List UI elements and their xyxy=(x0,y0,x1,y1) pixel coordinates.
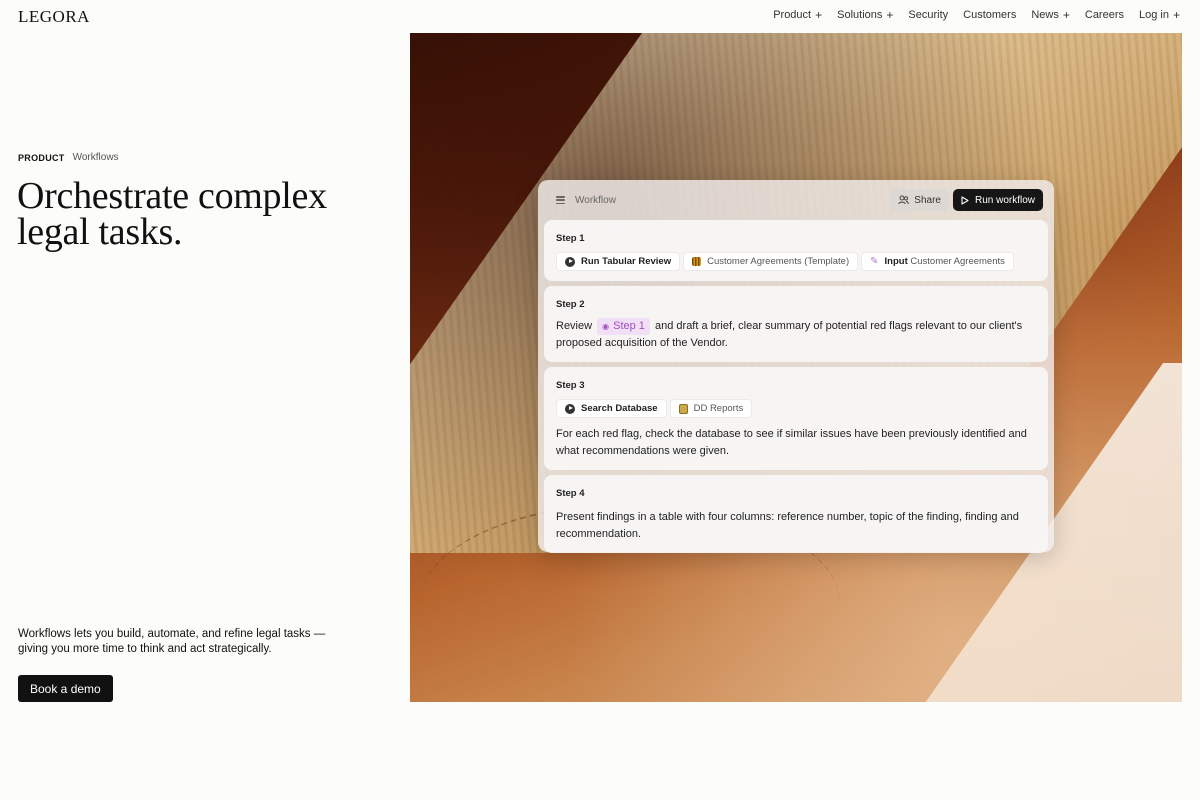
menu-icon[interactable] xyxy=(556,196,565,204)
breadcrumb: PRODUCT Workflows xyxy=(18,152,119,163)
nav-item-customers[interactable]: Customers xyxy=(963,8,1016,22)
share-label: Share xyxy=(914,194,941,206)
step-reference-tag[interactable]: ◉ Step 1 xyxy=(597,318,650,335)
users-icon xyxy=(898,195,910,205)
chip-search-database[interactable]: Search Database xyxy=(556,399,667,418)
nav-item-label: Customers xyxy=(963,9,1017,21)
breadcrumb-page: Workflows xyxy=(72,152,119,163)
nav-item-login[interactable]: Log in + xyxy=(1139,8,1180,22)
workflow-header: Workflow Share Run workflow xyxy=(544,180,1048,220)
top-nav: Product + Solutions + Security Customers… xyxy=(773,8,1180,22)
workflow-actions: Share Run workflow xyxy=(890,189,1043,211)
run-workflow-label: Run workflow xyxy=(974,194,1035,206)
nav-item-solutions[interactable]: Solutions + xyxy=(837,8,893,22)
workflow-card: Workflow Share Run workflow Step 1 Run T… xyxy=(538,180,1054,553)
chip-strong: Search Database xyxy=(581,403,658,414)
chip-strong: Input xyxy=(884,256,908,267)
step-tag-label: Step 1 xyxy=(613,320,645,332)
step-label: Step 4 xyxy=(556,488,585,499)
step-chips: Run Tabular Review Customer Agreements (… xyxy=(556,252,1036,271)
book-demo-button[interactable]: Book a demo xyxy=(18,675,113,702)
chip-customer-agreements-template[interactable]: Customer Agreements (Template) xyxy=(683,252,859,271)
breadcrumb-section[interactable]: PRODUCT xyxy=(18,153,65,163)
nav-item-product[interactable]: Product + xyxy=(773,8,822,22)
step-text-before: Review xyxy=(556,320,593,332)
chip-text: Customer Agreements xyxy=(910,256,1005,267)
play-icon xyxy=(961,195,969,205)
step-text: Review ◉ Step 1 and draft a brief, clear … xyxy=(556,318,1036,362)
workflow-step-2[interactable]: Step 2 Review ◉ Step 1 and draft a brief,… xyxy=(544,286,1048,362)
table-icon xyxy=(692,257,702,266)
play-icon xyxy=(565,256,575,267)
step-text: Present findings in a table with four co… xyxy=(556,511,1019,540)
step-text: For each red flag, check the database to… xyxy=(556,428,1027,457)
nav-item-label: Careers xyxy=(1084,9,1124,21)
plus-icon: + xyxy=(815,8,823,22)
nav-item-news[interactable]: News + xyxy=(1031,8,1070,22)
step-label: Step 1 xyxy=(556,233,585,244)
workflow-title-group: Workflow xyxy=(556,195,616,206)
database-icon xyxy=(678,403,688,414)
workflow-step-3[interactable]: Step 3 Search Database DD Reports For ea… xyxy=(544,367,1048,470)
chip-dd-reports[interactable]: DD Reports xyxy=(669,399,753,418)
nav-item-careers[interactable]: Careers xyxy=(1085,8,1124,22)
workflow-step-1[interactable]: Step 1 Run Tabular Review Customer Agree… xyxy=(544,220,1048,281)
plus-icon: + xyxy=(1172,8,1180,22)
chip-input-customer-agreements[interactable]: ✎ Input Customer Agreements xyxy=(861,252,1014,271)
chip-text: Customer Agreements (Template) xyxy=(707,256,850,267)
chip-text: DD Reports xyxy=(693,403,744,414)
paperclip-icon: ✎ xyxy=(870,256,879,267)
play-icon xyxy=(565,403,575,414)
run-workflow-button[interactable]: Run workflow xyxy=(952,189,1043,211)
hero-description: Workflows lets you build, automate, and … xyxy=(18,628,326,655)
nav-item-label: News xyxy=(1031,9,1059,21)
step-label: Step 2 xyxy=(556,299,585,310)
nav-item-label: Log in xyxy=(1139,9,1169,21)
page-title: Orchestrate complex legal tasks. xyxy=(17,175,327,253)
step-tag-icon: ◉ xyxy=(602,322,610,331)
nav-item-label: Solutions xyxy=(837,9,883,21)
plus-icon: + xyxy=(886,8,894,22)
legora-logo[interactable]: LEGORA xyxy=(18,7,90,27)
share-button[interactable]: Share xyxy=(890,189,949,211)
plus-icon: + xyxy=(1062,8,1070,22)
workflow-title: Workflow xyxy=(575,194,616,206)
step-label: Step 3 xyxy=(556,380,585,391)
nav-item-label: Security xyxy=(908,9,949,21)
nav-item-security[interactable]: Security xyxy=(908,8,948,22)
chip-strong: Run Tabular Review xyxy=(581,256,672,267)
nav-item-label: Product xyxy=(773,9,812,21)
workflow-step-4[interactable]: Step 4 Present findings in a table with … xyxy=(544,475,1048,553)
chip-run-tabular-review[interactable]: Run Tabular Review xyxy=(556,252,681,271)
step-chips: Search Database DD Reports xyxy=(556,399,1036,418)
